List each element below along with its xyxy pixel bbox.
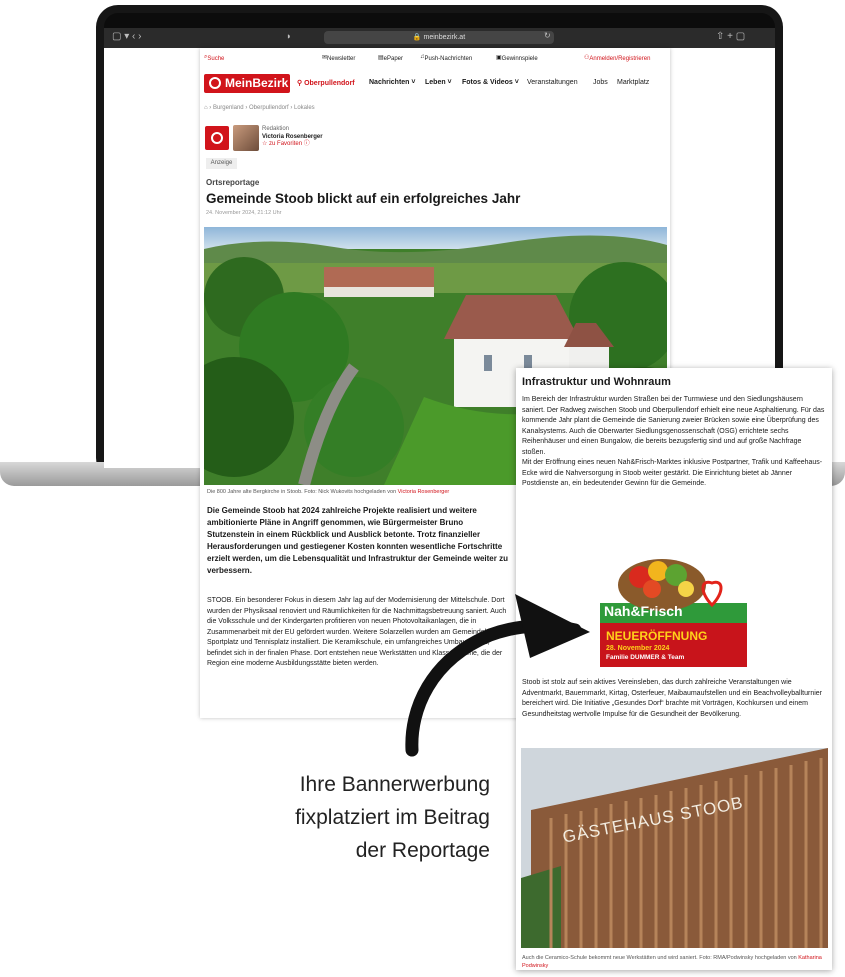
article-kicker: Ortsreportage bbox=[206, 178, 260, 187]
avatar[interactable] bbox=[233, 125, 259, 151]
nav-jobs[interactable]: Jobs bbox=[593, 79, 608, 86]
reload-icon[interactable]: ↻ bbox=[544, 31, 551, 40]
utility-bar: ⌕ Suche ✉ Newsletter ▤ ePaper ♫ Push-Nac… bbox=[204, 52, 670, 64]
promo-line-1: Ihre Bannerwerbung bbox=[299, 773, 490, 796]
section-paragraph: Im Bereich der Infrastruktur wurden Stra… bbox=[522, 395, 826, 490]
logo-text: MeinBezirk bbox=[225, 76, 289, 90]
ad-badge: Anzeige bbox=[206, 158, 237, 169]
section-heading: Infrastruktur und Wohnraum bbox=[522, 376, 671, 388]
banner-title: NEUERÖFFNUNG bbox=[606, 629, 708, 643]
article-date: 24. November 2024, 21:12 Uhr bbox=[206, 210, 282, 216]
gewinnspiele-label: Gewinnspiele bbox=[501, 56, 538, 62]
address-bar[interactable]: 🔒 meinbezirk.at bbox=[324, 31, 554, 44]
search-link[interactable]: ⌕ Suche bbox=[204, 54, 224, 62]
banner-family: Familie DUMMER & Team bbox=[606, 654, 685, 661]
push-label: Push-Nachrichten bbox=[424, 56, 473, 62]
logo-icon bbox=[209, 77, 221, 89]
building-caption: Auch die Ceramico-Schule bekommt neue We… bbox=[522, 954, 826, 970]
newsletter-link[interactable]: ✉ Newsletter bbox=[322, 54, 355, 62]
paragraph-nahversorgung: Mit der Eröffnung eines neuen Nah&Frisch… bbox=[522, 459, 823, 487]
breadcrumb[interactable]: ⌂ › Burgenland › Oberpullendorf › Lokale… bbox=[204, 105, 315, 111]
epaper-link[interactable]: ▤ ePaper bbox=[378, 54, 403, 62]
nav-leben[interactable]: Leben ˅ bbox=[425, 79, 452, 86]
follow-button[interactable]: ☆ zu Favoriten ⓘ bbox=[262, 141, 323, 149]
location-selector[interactable]: ⚲ Oberpullendorf bbox=[297, 79, 355, 87]
caption-author-link[interactable]: Victoria Rosenberger bbox=[398, 489, 450, 495]
pointer-arrow bbox=[405, 594, 590, 757]
article-lead: Die Gemeinde Stoob hat 2024 zahlreiche P… bbox=[207, 506, 508, 575]
tab-controls[interactable]: ▢ ▾ ‹ › bbox=[112, 31, 141, 42]
nav-veranstaltungen[interactable]: Veranstaltungen bbox=[527, 79, 578, 86]
hero-caption: Die 800 Jahre alte Bergkirche in Stoob. … bbox=[207, 489, 449, 495]
author-info: Redaktion Victoria Rosenberger ☆ zu Favo… bbox=[262, 126, 323, 149]
building-photo[interactable]: GÄSTEHAUS STOOB bbox=[521, 748, 828, 948]
promo-line-3: der Reportage bbox=[355, 839, 490, 862]
author-name[interactable]: Victoria Rosenberger bbox=[262, 134, 323, 142]
banner-brand: Nah&Frisch bbox=[604, 603, 683, 619]
browser-toolbar: ▢ ▾ ‹ › ◗ 🔒 meinbezirk.at ↻ ⇧ + ▢ bbox=[104, 28, 775, 48]
newsletter-label: Newsletter bbox=[327, 56, 356, 62]
building-caption-text: Auch die Ceramico-Schule bekommt neue We… bbox=[522, 955, 797, 961]
login-link[interactable]: ⚇ Anmelden/Registrieren bbox=[584, 54, 650, 62]
advertisement-banner[interactable]: Nah&Frisch NEUERÖFFNUNG 28. November 202… bbox=[600, 543, 747, 667]
location-label: Oberpullendorf bbox=[304, 80, 355, 87]
promo-text: Ihre Bannerwerbung fixplatziert im Beitr… bbox=[200, 768, 490, 867]
nav-fotos-videos[interactable]: Fotos & Videos ˅ bbox=[462, 79, 519, 86]
search-label: Suche bbox=[207, 56, 225, 62]
nav-nachrichten[interactable]: Nachrichten ˅ bbox=[369, 79, 416, 86]
hero-caption-text: Die 800 Jahre alte Bergkirche in Stoob. … bbox=[207, 489, 397, 495]
article-headline: Gemeinde Stoob blickt auf ein erfolgreic… bbox=[206, 191, 521, 206]
author-brand-icon bbox=[205, 126, 229, 150]
window-controls[interactable]: ⇧ + ▢ bbox=[716, 31, 745, 42]
nav-marktplatz[interactable]: Marktplatz bbox=[617, 79, 649, 86]
gewinnspiele-link[interactable]: ▣ Gewinnspiele bbox=[496, 54, 538, 62]
shield-icon: ◗ bbox=[286, 31, 292, 41]
epaper-label: ePaper bbox=[383, 56, 404, 62]
login-label: Anmelden/Registrieren bbox=[589, 56, 651, 62]
promo-line-2: fixplatziert im Beitrag bbox=[295, 806, 490, 829]
banner-date: 28. November 2024 bbox=[606, 645, 670, 652]
push-link[interactable]: ♫ Push-Nachrichten bbox=[420, 54, 472, 62]
url-text: meinbezirk.at bbox=[423, 34, 466, 41]
paragraph-infrastructure: Im Bereich der Infrastruktur wurden Stra… bbox=[522, 396, 825, 456]
meinbezirk-logo[interactable]: MeinBezirk bbox=[204, 74, 290, 93]
author-role: Redaktion bbox=[262, 126, 290, 132]
